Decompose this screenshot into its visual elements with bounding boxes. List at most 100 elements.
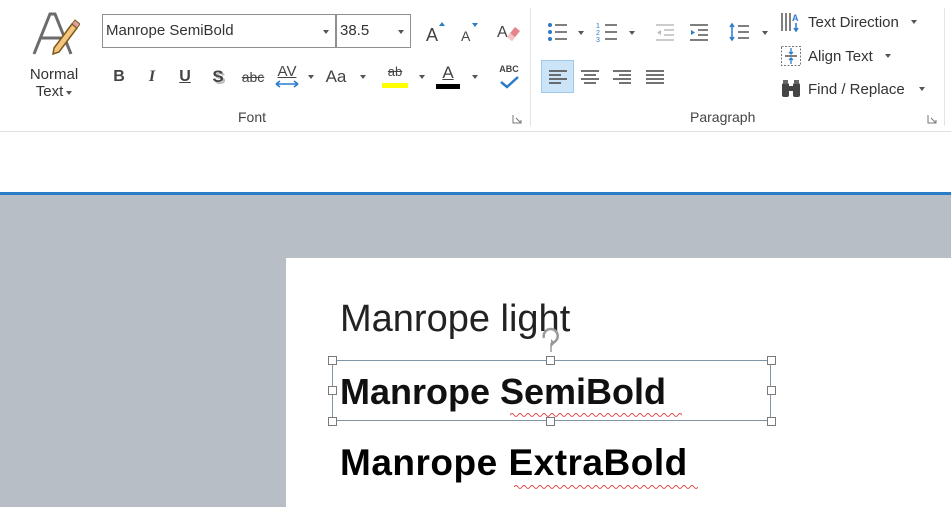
resize-handle-bottom-left[interactable] — [328, 417, 337, 426]
font-size-dropdown[interactable]: 38.5 — [336, 14, 411, 48]
align-text-icon — [781, 46, 801, 66]
align-text-label: Align Text — [808, 47, 873, 65]
highlight-button[interactable]: ab — [380, 60, 410, 92]
decrease-indent-icon — [656, 24, 674, 41]
chevron-down-icon[interactable] — [308, 75, 314, 79]
chevron-down-icon — [884, 54, 891, 58]
change-case-label: Aa — [325, 67, 347, 86]
shrink-font-icon: A — [461, 23, 478, 44]
normal-text-style-button[interactable]: Normal Text — [22, 8, 86, 104]
resize-handle-top-left[interactable] — [328, 356, 337, 365]
svg-text:A: A — [461, 28, 471, 44]
resize-handle-bottom-right[interactable] — [767, 417, 776, 426]
font-size-value: 38.5 — [340, 22, 370, 39]
checkmark-icon — [500, 75, 519, 89]
text-direction-button[interactable]: A Text Direction — [780, 8, 940, 36]
group-separator — [944, 8, 945, 126]
rotate-handle-icon[interactable] — [539, 322, 563, 352]
style-label-line2: Text — [35, 83, 64, 100]
change-case-button[interactable]: Aa — [322, 64, 350, 90]
spell-check-label: ABC — [499, 63, 519, 74]
resize-handle-top[interactable] — [546, 356, 555, 365]
resize-handle-left[interactable] — [328, 386, 337, 395]
decrease-indent-button[interactable] — [652, 18, 678, 46]
chevron-down-icon — [918, 87, 925, 91]
spacing-label: AV — [277, 63, 297, 80]
align-left-button[interactable] — [541, 60, 574, 93]
align-center-icon — [581, 69, 599, 84]
text-shadow-button[interactable]: S — [207, 64, 229, 90]
resize-handle-top-right[interactable] — [767, 356, 776, 365]
chevron-down-icon — [910, 20, 917, 24]
resize-handle-right[interactable] — [767, 386, 776, 395]
underline-button[interactable]: U — [174, 64, 196, 90]
character-spacing-button[interactable]: AV — [272, 60, 302, 92]
align-right-button[interactable] — [608, 60, 636, 93]
chevron-down-icon[interactable] — [629, 31, 635, 35]
chevron-down-icon[interactable] — [360, 75, 366, 79]
highlight-color-bar — [382, 83, 408, 88]
highlight-label: ab — [387, 64, 403, 79]
text-style-pencil-icon — [32, 12, 80, 56]
align-left-icon — [548, 69, 567, 84]
shrink-font-button[interactable]: A — [456, 18, 482, 46]
line-spacing-button[interactable] — [726, 18, 752, 46]
line-spacing-icon — [729, 22, 749, 42]
eraser-icon: A — [497, 24, 520, 41]
resize-handle-bottom[interactable] — [546, 417, 555, 426]
underline-label: U — [179, 68, 191, 85]
font-dialog-launcher-icon[interactable] — [512, 114, 522, 124]
font-family-value: Manrope SemiBold — [106, 22, 234, 39]
clear-formatting-button[interactable]: A — [494, 18, 522, 46]
spell-check-button[interactable]: ABC — [494, 60, 524, 92]
spelling-error-underline — [514, 485, 698, 489]
grow-font-button[interactable]: A — [422, 18, 448, 46]
justify-icon — [646, 69, 664, 84]
text-box-selection[interactable] — [332, 360, 771, 421]
find-replace-button[interactable]: Find / Replace — [780, 75, 942, 103]
svg-text:A: A — [792, 13, 799, 23]
increase-indent-button[interactable] — [686, 18, 712, 46]
chevron-down-icon — [66, 91, 73, 95]
chevron-down-icon — [323, 30, 329, 34]
align-right-icon — [613, 69, 631, 84]
style-label-line2-wrap: Text — [36, 83, 73, 100]
font-color-button[interactable]: A — [434, 60, 462, 92]
style-label-line1: Normal — [29, 66, 79, 83]
shadow-label: S — [212, 67, 224, 86]
bullet-list-icon — [548, 23, 567, 41]
slide-text-line1[interactable]: Manrope light — [340, 298, 570, 341]
text-direction-label: Text Direction — [808, 13, 899, 31]
font-family-dropdown[interactable]: Manrope SemiBold — [102, 14, 336, 48]
strikethrough-label: abc — [241, 69, 265, 85]
paragraph-dialog-launcher-icon[interactable] — [927, 114, 937, 124]
italic-label: I — [148, 68, 156, 85]
chevron-down-icon[interactable] — [578, 31, 584, 35]
chevron-down-icon[interactable] — [419, 75, 425, 79]
font-color-bar — [436, 83, 460, 89]
strikethrough-button[interactable]: abc — [238, 64, 268, 90]
justify-button[interactable] — [641, 60, 669, 93]
svg-text:A: A — [497, 24, 508, 41]
svg-text:2: 2 — [596, 30, 600, 37]
numbering-button[interactable]: 1 2 3 — [594, 18, 620, 46]
align-text-button[interactable]: Align Text — [780, 42, 920, 70]
paragraph-group-label: Paragraph — [690, 109, 756, 125]
italic-button[interactable]: I — [141, 64, 163, 90]
bold-label: B — [113, 68, 125, 85]
find-replace-label: Find / Replace — [808, 80, 905, 98]
chevron-down-icon[interactable] — [762, 31, 768, 35]
bullets-button[interactable] — [544, 18, 570, 46]
increase-indent-icon — [690, 24, 708, 41]
chevron-down-icon[interactable] — [472, 75, 478, 79]
slide-text-line3[interactable]: Manrope ExtraBold — [340, 442, 688, 484]
font-group-label: Font — [238, 109, 267, 125]
svg-text:3: 3 — [596, 37, 600, 43]
grow-font-icon: A — [426, 22, 445, 44]
align-center-button[interactable] — [576, 60, 604, 93]
bold-button[interactable]: B — [108, 64, 130, 90]
ribbon: Normal Text Manrope SemiBold 38.5 A A A — [0, 0, 951, 132]
chevron-down-icon — [398, 30, 404, 34]
group-separator — [530, 8, 531, 126]
font-color-label: A — [442, 62, 454, 82]
